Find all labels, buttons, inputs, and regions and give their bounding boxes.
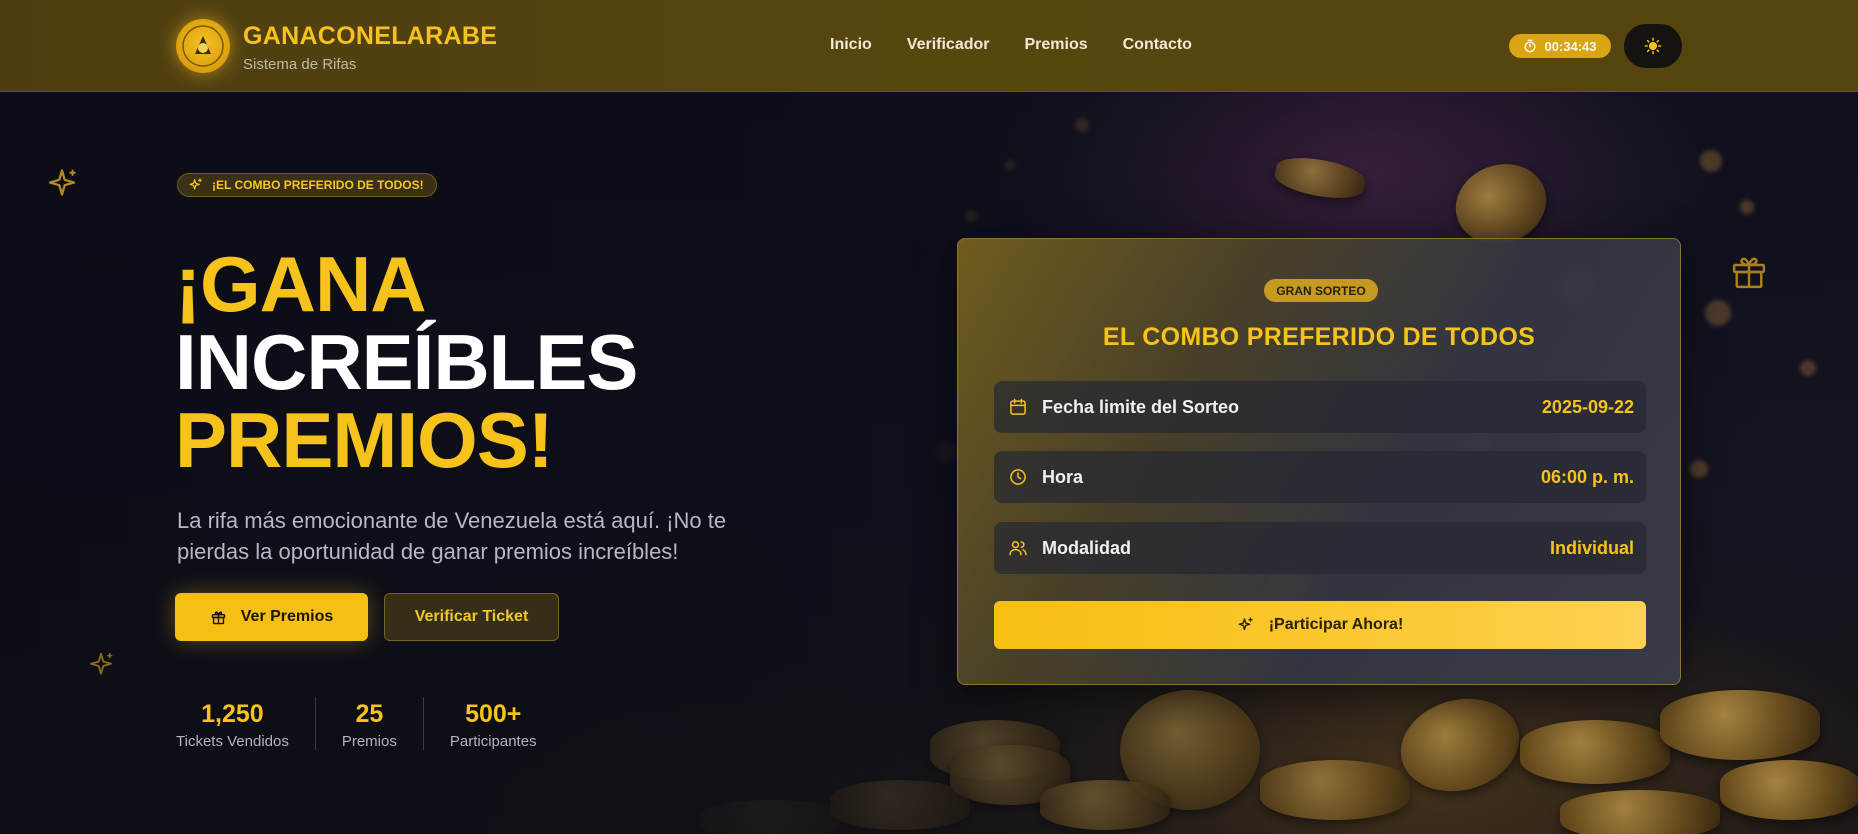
gift-icon — [1732, 257, 1766, 289]
top-header: GANACONELARABE Sistema de Rifas Inicio V… — [0, 0, 1858, 92]
sparkle-icon — [48, 169, 76, 196]
calendar-icon — [1010, 398, 1026, 415]
hero-headline: ¡GANA INCREÍBLES PREMIOS! — [175, 240, 638, 484]
stat-label: Participantes — [449, 733, 537, 750]
logo-emblem-icon — [182, 25, 224, 67]
info-value: Individual — [1549, 537, 1634, 558]
stat-value: 500+ — [465, 700, 522, 728]
timer-value: 00:34:43 — [1544, 38, 1597, 54]
stat-tickets: 1,250 Tickets Vendidos — [176, 697, 316, 750]
brand-subtitle: Sistema de Rifas — [243, 56, 357, 73]
nav-link-contacto[interactable]: Contacto — [1123, 36, 1192, 54]
theme-toggle-button[interactable] — [1624, 24, 1682, 68]
participar-ahora-button[interactable]: ¡Participar Ahora! — [994, 601, 1646, 649]
users-icon — [1009, 541, 1027, 556]
hero-stats: 1,250 Tickets Vendidos 25 Premios 500+ P… — [176, 697, 563, 750]
info-row-fecha: Fecha limite del Sorteo 2025-09-22 — [994, 381, 1646, 433]
sparkles-icon — [189, 178, 202, 190]
participar-ahora-label: ¡Participar Ahora! — [1268, 616, 1404, 633]
brand-logo[interactable] — [176, 19, 230, 73]
hero-tag-pill: ¡EL COMBO PREFERIDO DE TODOS! — [177, 173, 437, 197]
info-row-hora: Hora 06:00 p. m. — [994, 451, 1646, 503]
raffle-info-card: GRAN SORTEO EL COMBO PREFERIDO DE TODOS … — [957, 238, 1681, 685]
sun-icon — [1644, 37, 1662, 55]
info-value: 06:00 p. m. — [1540, 466, 1634, 487]
hero-tag-text: ¡EL COMBO PREFERIDO DE TODOS! — [212, 178, 424, 192]
info-label: Fecha limite del Sorteo — [1042, 396, 1240, 417]
info-label: Hora — [1042, 466, 1084, 487]
info-label: Modalidad — [1042, 537, 1131, 558]
nav-link-verificador[interactable]: Verificador — [907, 36, 990, 54]
gift-icon — [211, 610, 225, 624]
hero-lead-text: La rifa más emocionante de Venezuela est… — [177, 508, 727, 564]
brand-name[interactable]: GANACONELARABE — [243, 22, 497, 51]
stat-label: Tickets Vendidos — [176, 733, 289, 750]
clock-icon — [1010, 469, 1026, 485]
ver-premios-button[interactable]: Ver Premios — [175, 593, 368, 641]
headline-line-3: PREMIOS! — [175, 396, 554, 484]
card-title: EL COMBO PREFERIDO DE TODOS — [1102, 323, 1536, 351]
stat-value: 25 — [355, 700, 384, 728]
sparkles-icon — [1238, 617, 1253, 631]
stat-value: 1,250 — [201, 700, 264, 728]
ver-premios-label: Ver Premios — [240, 608, 334, 625]
info-value: 2025-09-22 — [1541, 396, 1634, 417]
stopwatch-icon — [1524, 39, 1536, 53]
nav-link-premios[interactable]: Premios — [1024, 36, 1087, 54]
verificar-ticket-label: Verificar Ticket — [414, 608, 529, 625]
verificar-ticket-button[interactable]: Verificar Ticket — [384, 593, 559, 641]
card-badge: GRAN SORTEO — [1264, 279, 1378, 302]
info-row-modalidad: Modalidad Individual — [994, 522, 1646, 574]
stat-label: Premios — [341, 733, 397, 750]
countdown-timer: 00:34:43 — [1509, 34, 1611, 58]
stat-premios: 25 Premios — [316, 697, 424, 750]
main-nav: Inicio Verificador Premios Contacto — [830, 36, 1192, 54]
stat-participantes: 500+ Participantes — [424, 697, 563, 750]
headline-line-2: INCREÍBLES — [175, 318, 638, 406]
nav-link-inicio[interactable]: Inicio — [830, 36, 872, 54]
headline-line-1: ¡GANA — [175, 240, 427, 328]
sparkle-icon — [90, 652, 113, 675]
